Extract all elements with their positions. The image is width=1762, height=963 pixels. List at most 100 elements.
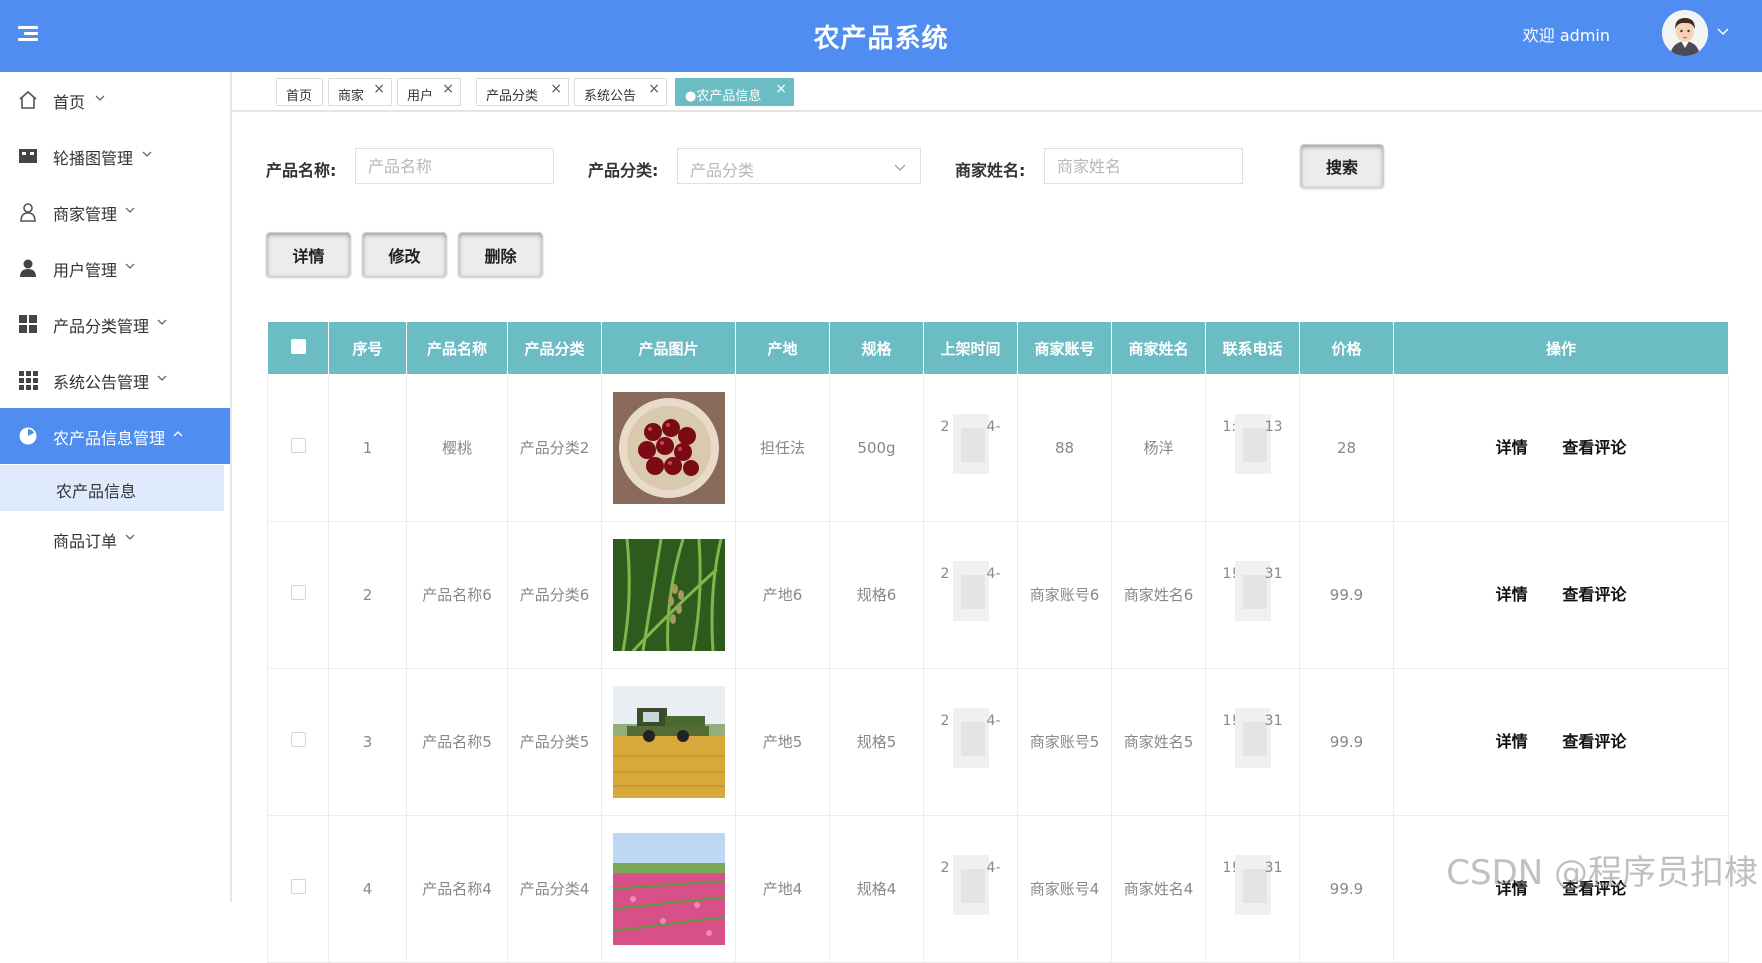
close-icon[interactable]: × bbox=[442, 81, 454, 97]
sidebar-item-user[interactable]: 用户管理 bbox=[0, 240, 230, 296]
row-checkbox[interactable] bbox=[291, 879, 306, 894]
column-header: 商家账号 bbox=[1018, 322, 1112, 375]
merchant-cell: 杨洋 bbox=[1112, 375, 1206, 522]
category-cell: 产品分类2 bbox=[508, 375, 602, 522]
chevron-down-icon bbox=[141, 148, 153, 160]
row-comments-link[interactable]: 查看评论 bbox=[1562, 438, 1626, 457]
sidebar: 首页 轮播图管理 商家管理 用户管理 产品分类管理 bbox=[0, 72, 232, 902]
chevron-down-icon[interactable] bbox=[1716, 24, 1730, 38]
operation-cell: 详情 查看评论 bbox=[1394, 522, 1729, 669]
close-icon[interactable]: × bbox=[775, 81, 787, 97]
avatar[interactable] bbox=[1662, 10, 1708, 56]
origin-cell: 产地6 bbox=[736, 522, 830, 669]
price-cell: 99.9 bbox=[1300, 816, 1394, 963]
tab-label: 产品分类 bbox=[486, 85, 538, 104]
select-all-checkbox[interactable] bbox=[291, 339, 306, 354]
column-header: 商家姓名 bbox=[1112, 322, 1206, 375]
time-suffix: 4- bbox=[987, 561, 1001, 588]
tab-label: 用户 bbox=[407, 85, 433, 104]
time-prefix: 2 bbox=[941, 566, 950, 582]
phone-cell: 1:13 bbox=[1206, 375, 1300, 522]
sidebar-item-orders[interactable]: 商品订单 bbox=[0, 511, 230, 567]
sidebar-item-label: 系统公告管理 bbox=[53, 369, 149, 393]
welcome-text: 欢迎 admin bbox=[1523, 22, 1610, 46]
sidebar-item-home[interactable]: 首页 bbox=[0, 72, 230, 128]
spec-cell: 规格6 bbox=[830, 522, 924, 669]
sidebar-item-label: 产品分类管理 bbox=[53, 313, 149, 337]
sidebar-item-merchant[interactable]: 商家管理 bbox=[0, 184, 230, 240]
rice-plants-image bbox=[613, 539, 725, 651]
table-row: 1 樱桃 产品分类2 担任法 bbox=[268, 375, 1729, 522]
tab-product-info[interactable]: ●农产品信息 × bbox=[675, 78, 794, 106]
app-title: 农产品系统 bbox=[0, 18, 1762, 55]
detail-button[interactable]: 详情 bbox=[266, 232, 351, 277]
sidebar-item-label: 农产品信息管理 bbox=[53, 425, 165, 449]
sidebar-subitem-product-info[interactable]: 农产品信息 bbox=[0, 465, 224, 511]
category-cell: 产品分类4 bbox=[508, 816, 602, 963]
row-detail-link[interactable]: 详情 bbox=[1496, 585, 1528, 604]
close-icon[interactable]: × bbox=[648, 81, 660, 97]
row-comments-link[interactable]: 查看评论 bbox=[1562, 585, 1626, 604]
tab-merchant[interactable]: 商家 × bbox=[328, 78, 392, 106]
merchant-icon bbox=[18, 202, 38, 222]
chevron-down-icon bbox=[894, 161, 906, 173]
phone-suffix: 13 bbox=[1265, 414, 1283, 441]
row-checkbox[interactable] bbox=[291, 732, 306, 747]
image-cell bbox=[602, 522, 736, 669]
tab-announcement[interactable]: 系统公告 × bbox=[574, 78, 667, 106]
account-cell: 商家账号6 bbox=[1018, 522, 1112, 669]
sidebar-item-carousel[interactable]: 轮播图管理 bbox=[0, 128, 230, 184]
merchant-name-input[interactable] bbox=[1044, 148, 1243, 184]
product-category-label: 产品分类: bbox=[588, 157, 658, 181]
edit-button[interactable]: 修改 bbox=[362, 232, 447, 277]
delete-button[interactable]: 删除 bbox=[458, 232, 543, 277]
spec-cell: 规格4 bbox=[830, 816, 924, 963]
tab-category[interactable]: 产品分类 × bbox=[476, 78, 569, 106]
phone-cell: 1!31 bbox=[1206, 816, 1300, 963]
name-cell: 樱桃 bbox=[407, 375, 508, 522]
table-row: 3 产品名称5 产品分类5 产地5 规格5 bbox=[268, 669, 1729, 816]
product-category-select[interactable]: 产品分类 bbox=[677, 148, 921, 184]
index-cell: 2 bbox=[329, 522, 407, 669]
row-checkbox[interactable] bbox=[291, 585, 306, 600]
product-name-input[interactable] bbox=[355, 148, 554, 184]
merchant-cell: 商家姓名4 bbox=[1112, 816, 1206, 963]
harvester-field-image bbox=[613, 686, 725, 798]
image-cell bbox=[602, 669, 736, 816]
row-comments-link[interactable]: 查看评论 bbox=[1562, 732, 1626, 751]
sidebar-item-label: 首页 bbox=[53, 89, 85, 113]
index-cell: 4 bbox=[329, 816, 407, 963]
chevron-down-icon bbox=[94, 92, 106, 104]
account-cell: 商家账号4 bbox=[1018, 816, 1112, 963]
tab-user[interactable]: 用户 × bbox=[397, 78, 461, 106]
sidebar-item-announcement[interactable]: 系统公告管理 bbox=[0, 352, 230, 408]
row-detail-link[interactable]: 详情 bbox=[1496, 732, 1528, 751]
time-cell: 24- bbox=[924, 816, 1018, 963]
account-cell: 88 bbox=[1018, 375, 1112, 522]
category-grid-icon bbox=[18, 314, 38, 334]
close-icon[interactable]: × bbox=[550, 81, 562, 97]
column-header: 操作 bbox=[1394, 322, 1729, 375]
close-icon[interactable]: × bbox=[373, 81, 385, 97]
phone-suffix: 31 bbox=[1265, 855, 1283, 882]
category-cell: 产品分类5 bbox=[508, 669, 602, 816]
operation-cell: 详情 查看评论 bbox=[1394, 375, 1729, 522]
top-header: 农产品系统 欢迎 admin bbox=[0, 0, 1762, 72]
row-detail-link[interactable]: 详情 bbox=[1496, 438, 1528, 457]
column-header: 产品名称 bbox=[407, 322, 508, 375]
time-prefix: 2 bbox=[941, 713, 950, 729]
column-header: 序号 bbox=[329, 322, 407, 375]
sidebar-item-product-info[interactable]: 农产品信息管理 bbox=[0, 408, 230, 464]
tab-home[interactable]: 首页 bbox=[276, 78, 323, 106]
row-checkbox[interactable] bbox=[291, 438, 306, 453]
phone-cell: 1!31 bbox=[1206, 522, 1300, 669]
user-icon bbox=[18, 258, 38, 278]
phone-prefix: 1! bbox=[1223, 566, 1238, 582]
time-suffix: 4- bbox=[987, 855, 1001, 882]
search-button[interactable]: 搜索 bbox=[1300, 144, 1384, 188]
price-cell: 28 bbox=[1300, 375, 1394, 522]
table-row: 2 产品名称6 产品分类6 产地6 规格6 bbox=[268, 522, 1729, 669]
price-cell: 99.9 bbox=[1300, 522, 1394, 669]
tab-bar: 首页 商家 × 用户 × 产品分类 × 系统公告 × ●农产品信息 × bbox=[232, 72, 1762, 112]
sidebar-item-category[interactable]: 产品分类管理 bbox=[0, 296, 230, 352]
